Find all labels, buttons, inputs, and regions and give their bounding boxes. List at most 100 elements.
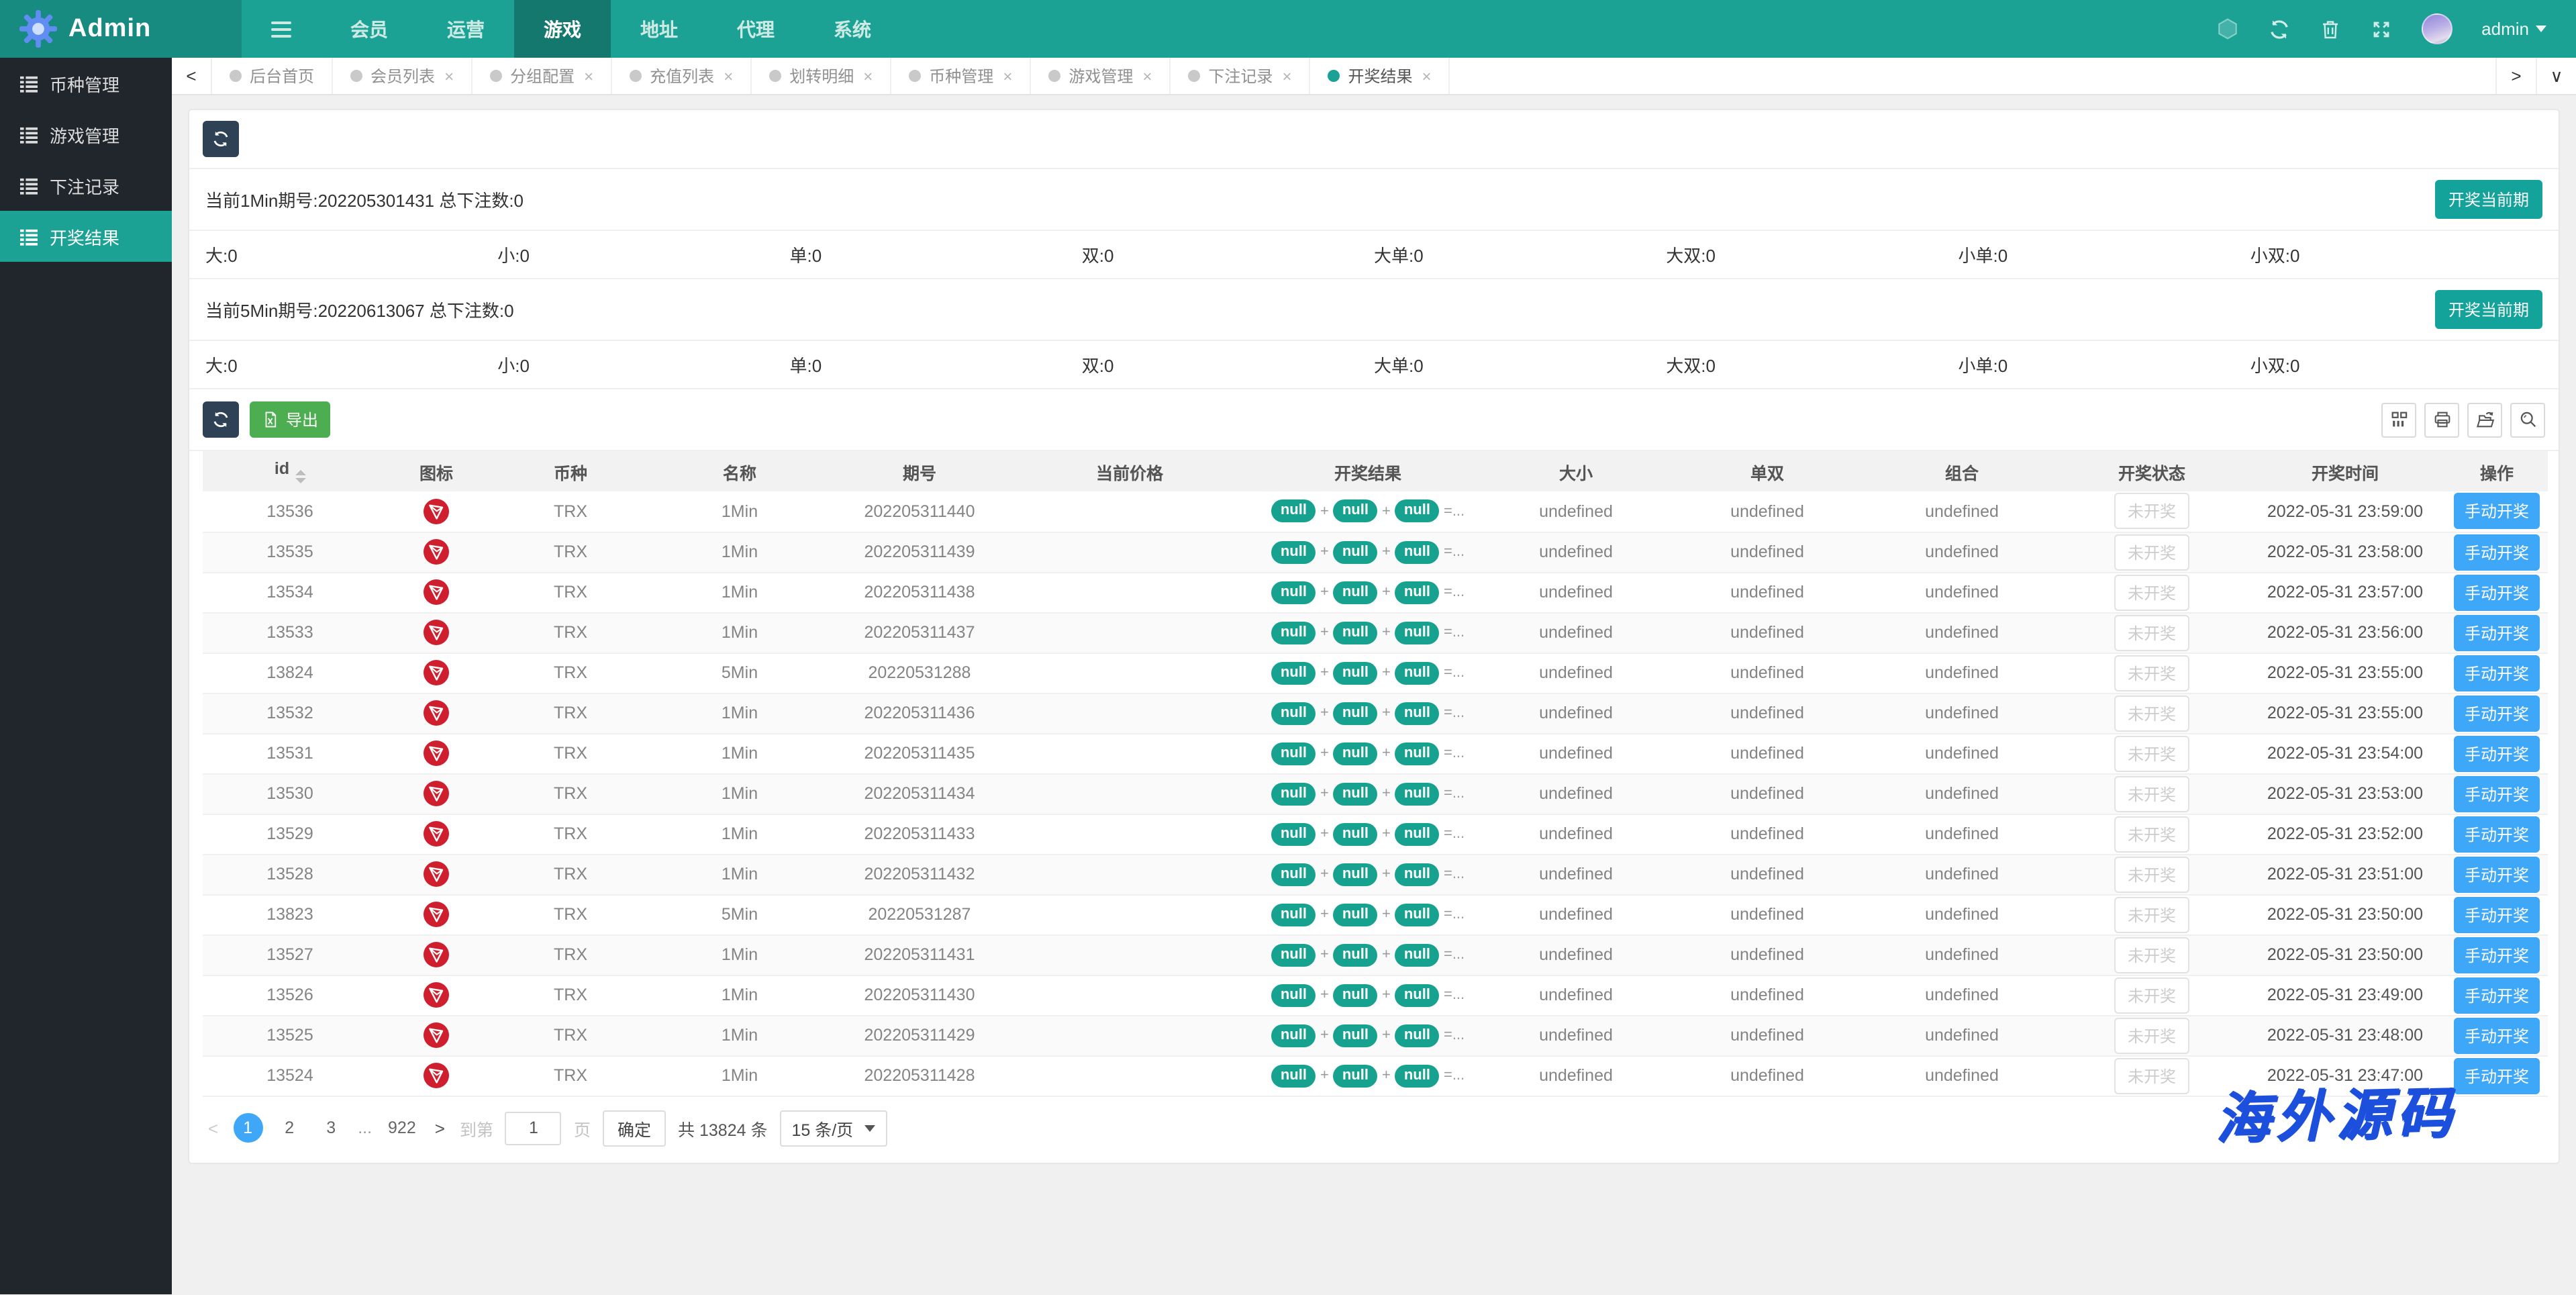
sidebar-item[interactable]: 开奖结果 — [0, 211, 172, 262]
cell-result: null + null + null =... — [1254, 1055, 1482, 1096]
manual-draw-button[interactable]: 手动开奖 — [2453, 1017, 2540, 1053]
page-number-button[interactable]: 2 — [275, 1113, 304, 1143]
page-size-select[interactable]: 15 条/页 — [779, 1110, 887, 1146]
sidebar-item[interactable]: 下注记录 — [0, 160, 172, 211]
manual-draw-button[interactable]: 手动开奖 — [2453, 493, 2540, 530]
cell-draw-time: 2022-05-31 23:51:00 — [2244, 854, 2446, 895]
table-refresh-button[interactable] — [203, 401, 239, 438]
manual-draw-button[interactable]: 手动开奖 — [2453, 896, 2540, 932]
tab-item[interactable]: 币种管理 × — [891, 58, 1032, 94]
column-header[interactable]: id — [203, 451, 377, 491]
navbar-menu-item[interactable]: 运营 — [417, 0, 514, 58]
tab-close-icon[interactable]: × — [1003, 66, 1012, 85]
tab-label: 开奖结果 — [1348, 67, 1413, 86]
manual-draw-button[interactable]: 手动开奖 — [2453, 655, 2540, 691]
navbar-menu-item[interactable]: 系统 — [804, 0, 901, 58]
tab-close-icon[interactable]: × — [1422, 66, 1432, 85]
plus-sign: + — [1320, 705, 1329, 721]
tab-item[interactable]: 划转明细 × — [752, 58, 892, 94]
cell-name: 1Min — [646, 491, 834, 532]
cell-status: 未开奖 — [2059, 773, 2244, 814]
cell-id: 13824 — [203, 653, 377, 693]
prev-page-button[interactable]: < — [205, 1118, 221, 1138]
tab-item[interactable]: 下注记录 × — [1171, 58, 1311, 94]
brand-title: Admin — [68, 14, 152, 42]
tab-close-icon[interactable]: × — [724, 66, 733, 85]
navbar-menu-item[interactable]: 地址 — [611, 0, 707, 58]
goto-page-input[interactable] — [505, 1111, 562, 1145]
tab-close-icon[interactable]: × — [1282, 66, 1291, 85]
navbar-menu-item[interactable]: 游戏 — [514, 0, 611, 58]
user-menu[interactable]: admin — [2481, 19, 2546, 39]
goto-suffix-label: 页 — [573, 1120, 591, 1139]
cell-icon — [377, 532, 495, 573]
user-avatar[interactable] — [2421, 13, 2453, 44]
manual-draw-button[interactable]: 手动开奖 — [2453, 816, 2540, 852]
sidebar-item[interactable]: 币种管理 — [0, 58, 172, 109]
table-header-row: id 图标 币种 名称 期号 当前价格 开奖结果 大小 单双 组合 开奖状态 开奖时间 操作 — [203, 451, 2548, 491]
draw-current-5min-button[interactable]: 开奖当前期 — [2434, 290, 2542, 329]
manual-draw-button[interactable]: 手动开奖 — [2453, 977, 2540, 1013]
manual-draw-button[interactable]: 手动开奖 — [2453, 856, 2540, 892]
cell-result: null + null + null =... — [1254, 975, 1482, 1016]
trx-coin-icon — [423, 1022, 450, 1049]
tab-item[interactable]: 分组配置 × — [473, 58, 613, 94]
print-icon[interactable] — [2424, 402, 2459, 437]
theme-cube-icon[interactable] — [2216, 17, 2238, 40]
tab-item[interactable]: 会员列表 × — [333, 58, 473, 94]
navbar-menu-item[interactable]: 会员 — [321, 0, 417, 58]
tab-item[interactable]: 后台首页 — [212, 58, 334, 94]
cell-parity: undefined — [1670, 572, 1865, 613]
cell-issue: 202205311434 — [834, 773, 1005, 814]
tab-close-icon[interactable]: × — [444, 66, 454, 85]
manual-draw-button[interactable]: 手动开奖 — [2453, 574, 2540, 610]
manual-draw-button[interactable]: 手动开奖 — [2453, 534, 2540, 570]
manual-draw-button[interactable]: 手动开奖 — [2453, 695, 2540, 731]
manual-draw-button[interactable]: 手动开奖 — [2453, 775, 2540, 812]
export-button[interactable]: 导出 — [250, 401, 331, 438]
tab-active[interactable]: 开奖结果 × — [1310, 58, 1450, 94]
page-number-button[interactable]: 1 — [233, 1113, 263, 1143]
export-folder-icon[interactable] — [2467, 402, 2502, 437]
tab-item[interactable]: 充值列表 × — [612, 58, 752, 94]
refresh-button[interactable] — [203, 121, 239, 157]
fullscreen-icon[interactable] — [2370, 18, 2391, 40]
cell-draw-time: 2022-05-31 23:58:00 — [2244, 532, 2446, 573]
cell-status: 未开奖 — [2059, 572, 2244, 613]
cell-name: 1Min — [646, 532, 834, 573]
page-number-button[interactable]: 922 — [384, 1113, 420, 1143]
columns-icon[interactable] — [2381, 402, 2416, 437]
panel-5min-title: 当前5Min期号:20220613067 总下注数:0 — [205, 301, 514, 321]
tab-item[interactable]: 游戏管理 × — [1031, 58, 1171, 94]
navbar-menu-item[interactable]: 代理 — [707, 0, 804, 58]
tabs-scroll-left-button[interactable]: < — [172, 58, 212, 94]
page-number-button[interactable]: 3 — [316, 1113, 346, 1143]
search-icon[interactable] — [2510, 402, 2545, 437]
tab-close-icon[interactable]: × — [863, 66, 873, 85]
manual-draw-button[interactable]: 手动开奖 — [2453, 614, 2540, 651]
manual-draw-button[interactable]: 手动开奖 — [2453, 1057, 2540, 1094]
cell-result: null + null + null =... — [1254, 854, 1482, 895]
result-pill: null — [1332, 661, 1378, 684]
cell-size: undefined — [1482, 653, 1670, 693]
sidebar-item[interactable]: 游戏管理 — [0, 109, 172, 160]
cell-name: 1Min — [646, 612, 834, 653]
draw-current-1min-button[interactable]: 开奖当前期 — [2434, 180, 2542, 219]
tab-close-icon[interactable]: × — [584, 66, 593, 85]
column-header: 当前价格 — [1005, 451, 1254, 491]
tab-close-icon[interactable]: × — [1142, 66, 1152, 85]
panel-5min-stats: 大:0 小:0 单:0 双:0 大单:0 大双:0 小单:0 小双:0 — [189, 341, 2559, 389]
cell-coin: TRX — [495, 1015, 646, 1056]
panel-1min-title: 当前1Min期号:202205301431 总下注数:0 — [205, 191, 524, 211]
sidebar-collapse-button[interactable] — [242, 0, 321, 58]
table-row: 13528 TRX 1Min 202205311432 null + null + null =.… — [203, 854, 2548, 895]
tabs-menu-button[interactable]: ∨ — [2536, 58, 2576, 94]
tabs-scroll-right-button[interactable]: > — [2495, 58, 2536, 94]
goto-confirm-button[interactable]: 确定 — [603, 1110, 666, 1146]
manual-draw-button[interactable]: 手动开奖 — [2453, 937, 2540, 973]
next-page-button[interactable]: > — [432, 1118, 448, 1138]
result-pill: null — [1271, 782, 1316, 805]
refresh-icon[interactable] — [2268, 18, 2289, 40]
trash-icon[interactable] — [2319, 18, 2340, 40]
manual-draw-button[interactable]: 手动开奖 — [2453, 735, 2540, 771]
